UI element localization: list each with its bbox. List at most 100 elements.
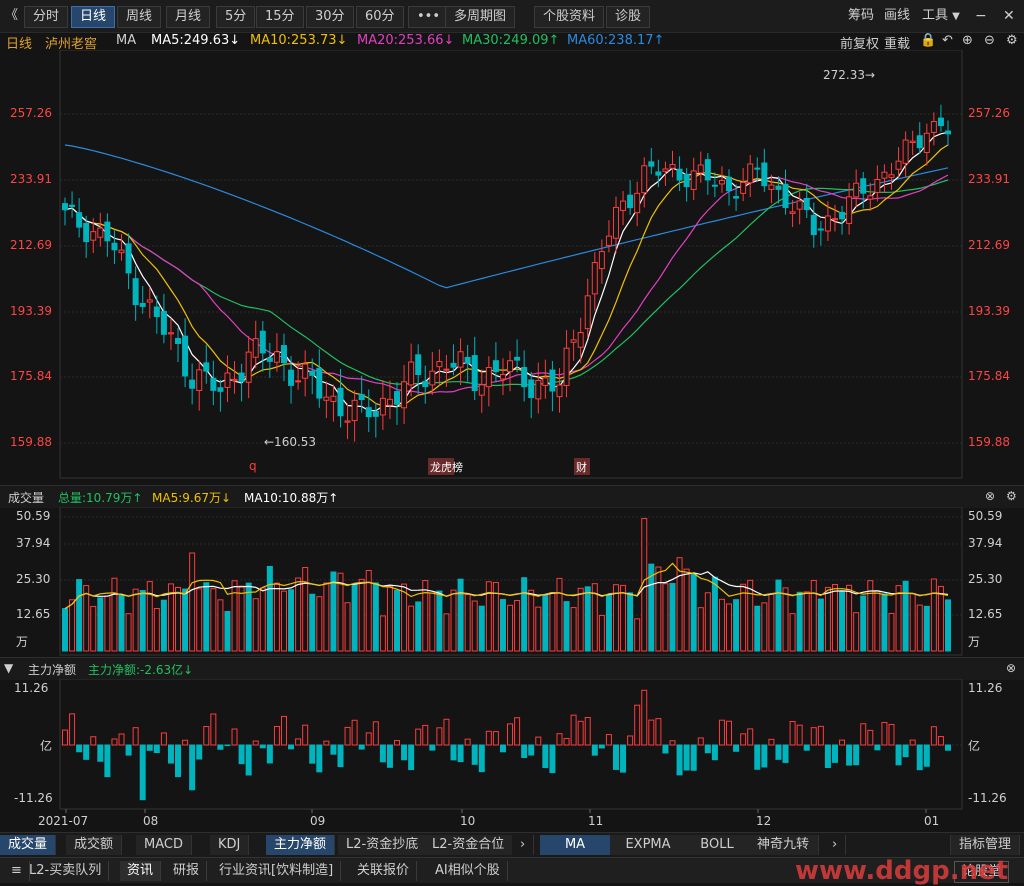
close-panel-icon[interactable]: ⊗ <box>985 489 995 503</box>
overlay-tab-1[interactable]: EXPMA <box>610 835 687 855</box>
indicator-tab-0[interactable]: 成交量 <box>0 835 57 855</box>
flow-bar <box>697 737 704 746</box>
period-button-0[interactable]: 分时 <box>24 6 69 28</box>
candle-body <box>457 351 464 368</box>
lock-icon[interactable]: 🔒 <box>920 33 936 48</box>
indicator-name[interactable]: MA <box>116 33 136 48</box>
volume-bar <box>584 586 591 652</box>
candle-body <box>160 310 167 335</box>
candle-body <box>125 243 132 274</box>
flow-bar <box>125 744 132 756</box>
candle-body <box>408 361 415 386</box>
back-button[interactable]: 《 <box>5 6 18 26</box>
period-button-8[interactable]: ••• <box>408 6 450 28</box>
indicator-tab-5[interactable]: L2-资金抄底 <box>338 835 428 855</box>
period-button-11[interactable]: 诊股 <box>606 6 651 28</box>
flow-bar <box>436 727 443 746</box>
flow-close-icon[interactable]: ⊗ <box>1006 661 1016 675</box>
candle-body <box>902 139 909 164</box>
period-button-1[interactable]: 日线 <box>71 6 116 28</box>
bottom-tab-5[interactable]: AI相似个股 <box>428 861 508 881</box>
flow-bar <box>273 725 280 746</box>
indicator-tab-2[interactable]: MACD <box>136 835 192 855</box>
candle-body <box>146 299 153 303</box>
candle-body <box>782 183 789 208</box>
flow-chart[interactable]: 2021-07 08 09 10 11 12 01 <box>0 679 1024 832</box>
volume-chart[interactable] <box>0 507 1024 657</box>
close-icon[interactable]: ✕ <box>1003 6 1015 26</box>
period-button-9[interactable]: 多周期图 <box>445 6 516 28</box>
overlay-tab-3[interactable]: 神奇九转 <box>748 835 819 855</box>
zoom-in-icon[interactable]: ⊕ <box>962 33 973 48</box>
flow-title[interactable]: 主力净额 <box>28 661 76 678</box>
overlay-tab-0[interactable]: MA <box>540 835 611 855</box>
flow-bar <box>874 744 881 751</box>
volume-bar <box>62 608 68 652</box>
period-button-10[interactable]: 个股资料 <box>534 6 605 28</box>
flow-bar <box>831 744 838 763</box>
period-button-5[interactable]: 15分 <box>256 6 304 28</box>
bottom-tab-2[interactable]: 研报 <box>166 861 208 881</box>
indicator-tab-4[interactable]: 主力净额 <box>266 835 336 855</box>
overlay-scroll-right-icon[interactable]: › <box>824 835 847 855</box>
period-button-7[interactable]: 60分 <box>356 6 404 28</box>
collapse-icon[interactable]: ▼ <box>4 661 13 675</box>
volume-bar <box>259 587 266 652</box>
indicator-tab-3[interactable]: KDJ <box>210 835 250 855</box>
candle-body <box>485 366 492 388</box>
candle-body <box>372 411 379 417</box>
tools-button[interactable]: 工具 ▼ <box>922 6 960 27</box>
flow-bar <box>62 729 68 746</box>
indicator-tab-1[interactable]: 成交额 <box>66 835 123 855</box>
candle-body <box>330 395 337 402</box>
candle-body <box>351 399 358 422</box>
flow-bar <box>288 744 295 750</box>
candle-body <box>612 206 619 239</box>
period-button-3[interactable]: 月线 <box>166 6 211 28</box>
overlay-tab-2[interactable]: BOLL <box>686 835 749 855</box>
period-button-6[interactable]: 30分 <box>306 6 354 28</box>
volume-bar <box>210 588 217 652</box>
panel-settings-icon[interactable]: ⚙ <box>1006 489 1017 503</box>
indicator-tab-6[interactable]: L2-资金合位 <box>424 835 514 855</box>
volume-title[interactable]: 成交量 <box>8 489 44 506</box>
flow-bar <box>365 732 372 746</box>
tabs-scroll-right-icon[interactable]: › <box>512 835 535 855</box>
volume-bar <box>888 612 895 652</box>
chips-button[interactable]: 筹码 <box>848 6 874 26</box>
volume-bar <box>394 589 401 652</box>
flow-bar <box>351 719 358 746</box>
draw-line-button[interactable]: 画线 <box>884 6 910 26</box>
flow-bar <box>747 728 754 746</box>
bottom-tab-1[interactable]: 资讯 <box>120 861 162 881</box>
flow-bar <box>266 744 273 764</box>
candle-body <box>492 360 499 373</box>
candle-body <box>217 387 224 392</box>
undo-icon[interactable]: ↶ <box>942 33 953 48</box>
candle-body <box>888 174 895 178</box>
bottom-tab-0[interactable]: L2-买卖队列 <box>22 861 110 881</box>
flow-bar <box>69 713 76 746</box>
volume-axis-label-left: 50.59 <box>16 509 51 523</box>
volume-axis-label-left: 37.94 <box>16 536 51 550</box>
volume-bar <box>577 587 584 652</box>
volume-bar <box>535 606 542 652</box>
flow-bar <box>252 740 259 746</box>
flow-bar <box>259 744 266 749</box>
minimize-icon[interactable]: − <box>975 6 987 26</box>
volume-bar <box>563 601 570 652</box>
volume-bar <box>153 607 160 652</box>
bottom-tab-3[interactable]: 行业资讯[饮料制造] <box>212 861 342 881</box>
settings-icon[interactable]: ⚙ <box>1006 33 1018 48</box>
volume-bar <box>415 601 422 652</box>
period-button-4[interactable]: 5分 <box>216 6 256 28</box>
volume-bar <box>231 580 238 652</box>
period-button-2[interactable]: 周线 <box>117 6 162 28</box>
volume-bar <box>266 565 273 652</box>
bottom-tab-4[interactable]: 关联报价 <box>350 861 418 881</box>
zoom-out-icon[interactable]: ⊖ <box>984 33 995 48</box>
ma60-value: MA60:238.17↑ <box>567 33 665 48</box>
flow-bar <box>817 725 824 746</box>
candlestick-chart[interactable]: 272.33→ ←160.53 q 龙虎榜 财 <box>0 50 1024 480</box>
indicator-manage-button[interactable]: 指标管理 <box>950 835 1021 855</box>
